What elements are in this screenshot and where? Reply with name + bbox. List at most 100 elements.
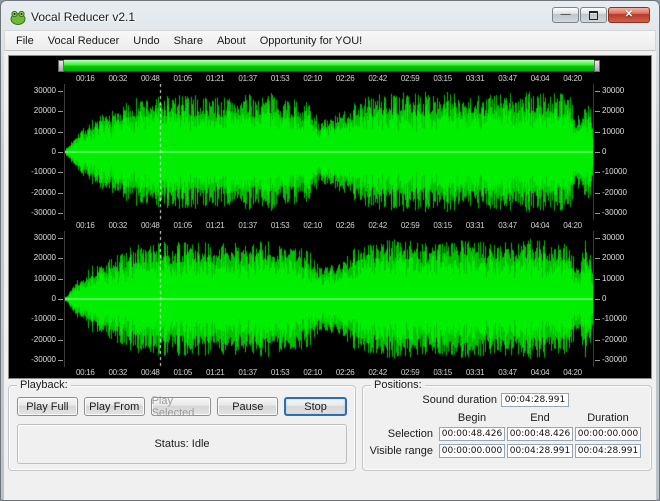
time-label: 03:47 bbox=[498, 221, 517, 230]
amplitude-label: -20000 bbox=[31, 187, 63, 197]
menu-share[interactable]: Share bbox=[167, 33, 210, 49]
amplitude-label: -10000 bbox=[31, 167, 63, 177]
selection-end-value: 00:00:48.426 bbox=[507, 427, 573, 441]
time-label: 02:26 bbox=[335, 221, 355, 230]
visible-range-duration-value: 00:04:28.991 bbox=[575, 444, 641, 458]
amplitude-scale-right: 30000 20000 10000 0 -10000 -20000 -30000 bbox=[594, 84, 651, 220]
time-label: 02:26 bbox=[335, 74, 355, 83]
time-label: 04:20 bbox=[563, 74, 582, 83]
visible-range-begin-value: 00:00:00.000 bbox=[439, 444, 505, 458]
pause-button[interactable]: Pause bbox=[217, 397, 279, 416]
amplitude-label: -10000 bbox=[595, 314, 627, 324]
time-label: 04:04 bbox=[530, 74, 550, 83]
overview-selection-bar[interactable] bbox=[64, 59, 594, 72]
sound-duration-value: 00:04:28.991 bbox=[501, 393, 569, 407]
waveform-canvas-left[interactable] bbox=[65, 84, 593, 220]
time-ruler-bottom: 00:16 00:32 00:48 01:05 01:21 01:37 01:53 02:10… bbox=[9, 367, 651, 378]
minimize-button-icon[interactable]: — bbox=[552, 7, 579, 23]
time-label: 01:21 bbox=[205, 221, 225, 230]
time-label: 01:53 bbox=[270, 221, 290, 230]
time-ruler-middle: 00:16 00:32 00:48 01:05 01:21 01:37 01:53 02:10… bbox=[9, 220, 651, 231]
duration-header: Duration bbox=[587, 412, 629, 424]
amplitude-label: 0 bbox=[51, 146, 65, 156]
menu-opportunity[interactable]: Opportunity for YOU! bbox=[253, 33, 370, 49]
positions-group: Positions: Sound duration 00:04:28.991 B… bbox=[362, 379, 652, 471]
time-label: 01:37 bbox=[238, 368, 257, 377]
amplitude-label: -20000 bbox=[595, 187, 627, 197]
overview-row bbox=[9, 56, 651, 73]
playback-group: Playback: Play Full Play From Play Selec… bbox=[8, 379, 356, 471]
amplitude-label: 30000 bbox=[594, 233, 625, 242]
amplitude-label: 10000 bbox=[33, 126, 64, 136]
play-selected-button[interactable]: Play Selected bbox=[150, 395, 212, 419]
amplitude-label: 10000 bbox=[33, 273, 64, 283]
window-title: Vocal Reducer v2.1 bbox=[31, 9, 136, 24]
time-label: 03:31 bbox=[465, 221, 485, 230]
menu-file[interactable]: File bbox=[9, 33, 41, 49]
menu-vocal-reducer[interactable]: Vocal Reducer bbox=[41, 33, 127, 49]
time-ruler-top: 00:16 00:32 00:48 01:05 01:21 01:37 01:53 02:10… bbox=[9, 73, 651, 84]
amplitude-label: 20000 bbox=[33, 106, 64, 116]
time-label: 02:10 bbox=[303, 221, 322, 230]
time-label: 04:04 bbox=[530, 221, 550, 230]
visible-range-end-value: 00:04:28.991 bbox=[507, 444, 573, 458]
overview-right-handle[interactable] bbox=[594, 59, 600, 72]
title-bar[interactable]: Vocal Reducer v2.1 — ✕ bbox=[4, 1, 656, 30]
time-label: 03:31 bbox=[465, 74, 485, 83]
amplitude-label: -30000 bbox=[31, 354, 63, 364]
time-label: 00:32 bbox=[108, 221, 128, 230]
menu-about[interactable]: About bbox=[210, 33, 253, 49]
status-text: Status: Idle bbox=[154, 438, 210, 450]
selection-duration-value: 00:00:00.000 bbox=[575, 427, 641, 441]
amplitude-label: -10000 bbox=[595, 167, 627, 177]
time-label: 03:15 bbox=[433, 74, 452, 83]
time-label: 03:47 bbox=[498, 74, 517, 83]
time-label: 01:21 bbox=[205, 368, 225, 377]
amplitude-scale-right-2: 30000 20000 10000 0 -10000 -20000 -30000 bbox=[594, 231, 651, 367]
amplitude-label: -20000 bbox=[595, 334, 627, 344]
channel-right: 30000 20000 10000 0 -10000 -20000 -30000 30000… bbox=[9, 231, 651, 367]
amplitude-label: 10000 bbox=[594, 273, 625, 283]
end-header: End bbox=[530, 412, 550, 424]
play-full-button[interactable]: Play Full bbox=[17, 397, 78, 416]
time-label: 02:42 bbox=[368, 74, 387, 83]
stop-button[interactable]: Stop bbox=[284, 397, 347, 416]
time-label: 00:48 bbox=[140, 368, 160, 377]
time-label: 02:10 bbox=[303, 368, 322, 377]
time-label: 04:04 bbox=[530, 368, 550, 377]
amplitude-label: 30000 bbox=[594, 86, 625, 95]
app-icon bbox=[10, 10, 26, 25]
time-label: 03:15 bbox=[433, 221, 452, 230]
maximize-glyph bbox=[589, 10, 598, 20]
selection-row-label: Selection bbox=[387, 428, 433, 440]
time-label: 00:48 bbox=[140, 221, 160, 230]
time-label: 04:20 bbox=[563, 368, 582, 377]
waveform-canvas-right[interactable] bbox=[65, 231, 593, 367]
amplitude-label: -30000 bbox=[595, 354, 627, 364]
time-label: 00:16 bbox=[76, 74, 95, 83]
bottom-panel: Playback: Play Full Play From Play Selec… bbox=[4, 379, 656, 471]
play-from-button[interactable]: Play From bbox=[83, 397, 145, 416]
time-label: 01:37 bbox=[238, 74, 257, 83]
close-button-icon[interactable]: ✕ bbox=[608, 7, 650, 23]
waveform-plot-left[interactable] bbox=[64, 84, 594, 220]
time-label: 01:37 bbox=[238, 221, 257, 230]
time-label: 00:32 bbox=[108, 74, 128, 83]
status-box: Status: Idle bbox=[17, 424, 347, 464]
time-label: 02:10 bbox=[303, 74, 322, 83]
time-label: 00:48 bbox=[140, 74, 160, 83]
playback-group-label: Playback: bbox=[17, 379, 71, 391]
amplitude-label: 0 bbox=[51, 293, 65, 303]
positions-group-label: Positions: bbox=[371, 379, 425, 391]
time-label: 01:05 bbox=[173, 221, 192, 230]
time-label: 02:59 bbox=[400, 74, 420, 83]
amplitude-label: -10000 bbox=[31, 314, 63, 324]
time-label: 00:32 bbox=[108, 368, 128, 377]
maximize-button-icon[interactable] bbox=[580, 7, 607, 23]
menu-undo[interactable]: Undo bbox=[126, 33, 166, 49]
client-area: 00:16 00:32 00:48 01:05 01:21 01:37 01:53 02:10… bbox=[4, 51, 656, 500]
time-label: 02:42 bbox=[368, 221, 387, 230]
time-label: 01:21 bbox=[205, 74, 225, 83]
waveform-plot-right[interactable] bbox=[64, 231, 594, 367]
selection-begin-value: 00:00:48.426 bbox=[439, 427, 505, 441]
